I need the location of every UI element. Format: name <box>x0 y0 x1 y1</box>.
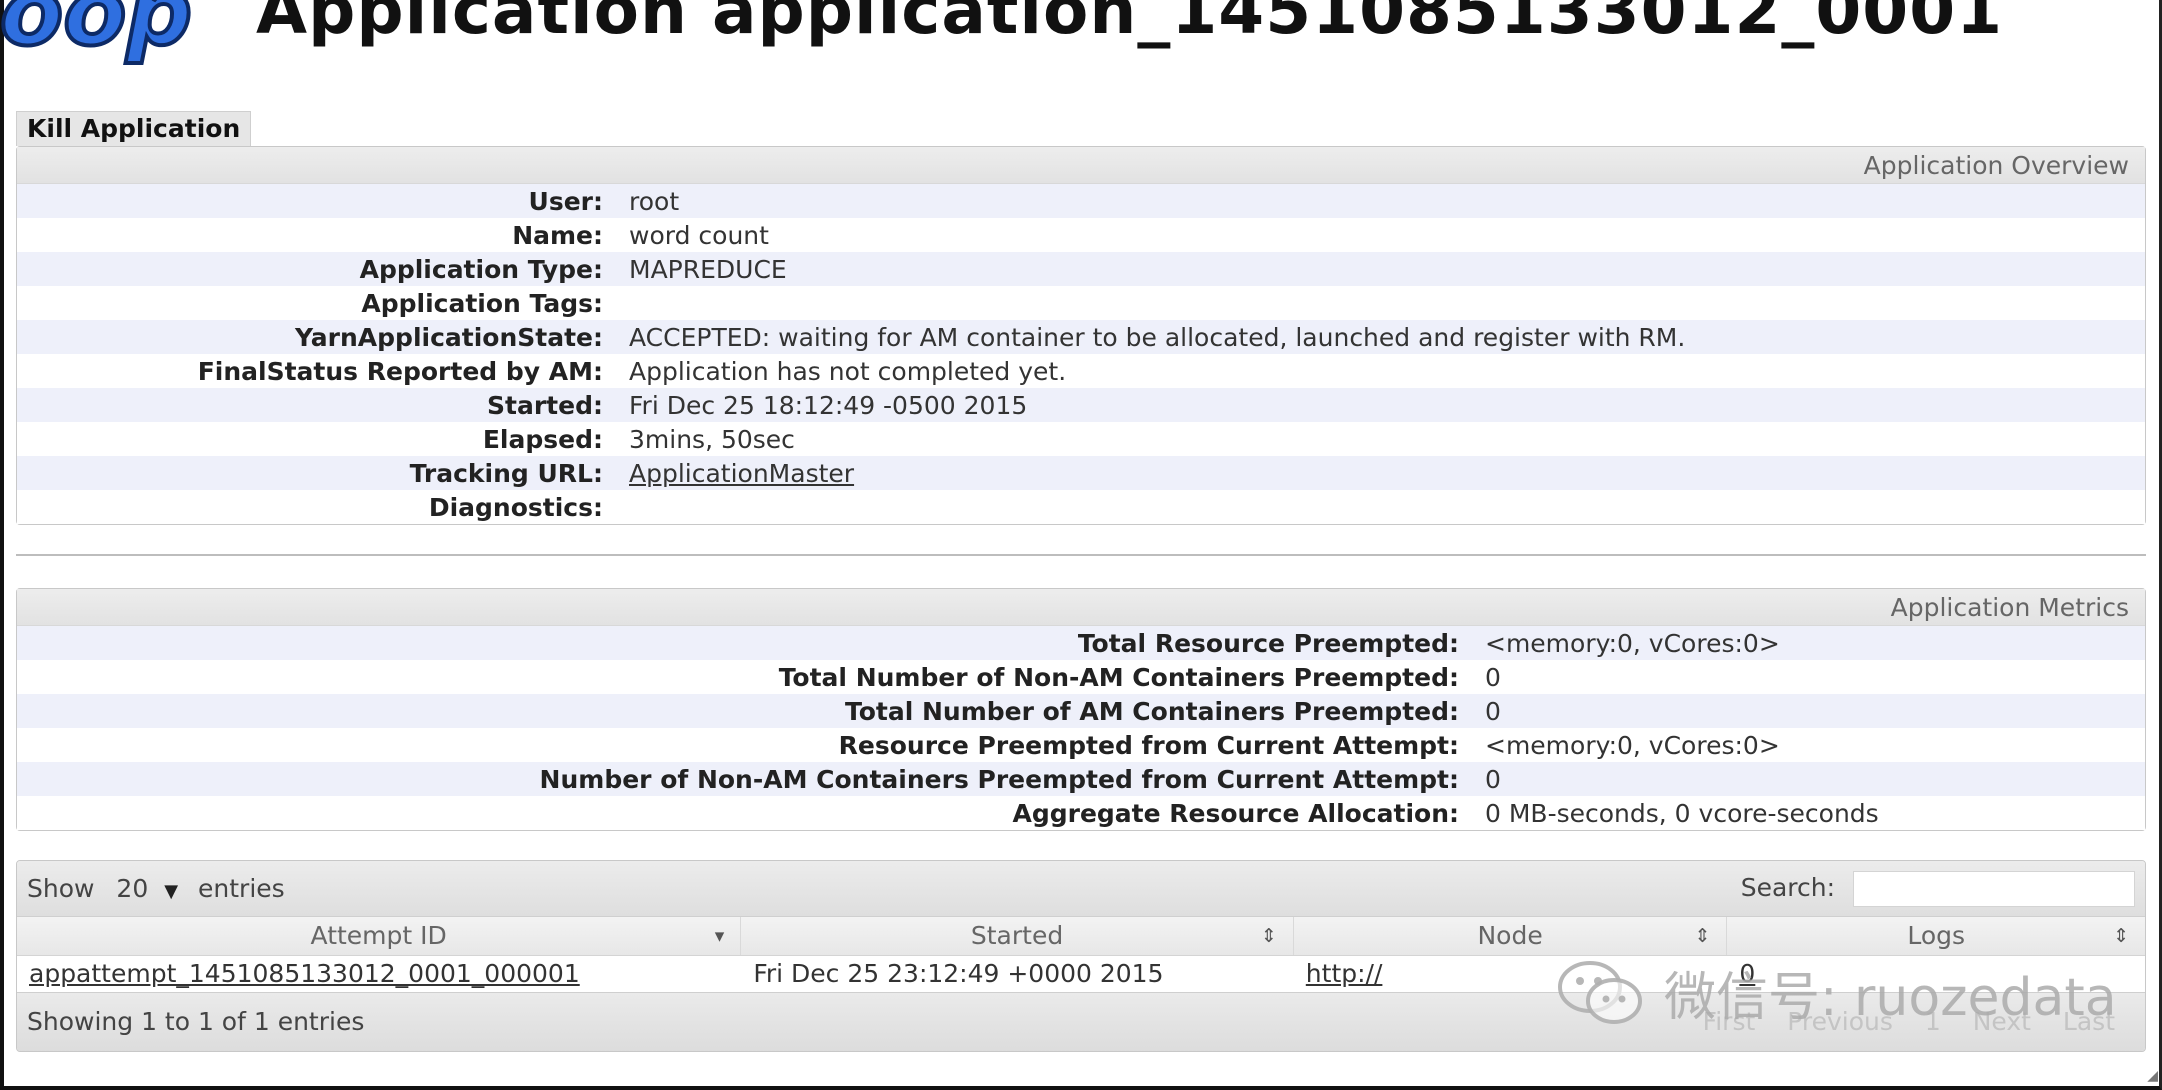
page-length-control: Show 20 ▼ entries <box>27 861 285 919</box>
search-label: Search: <box>1740 873 1836 902</box>
node-link[interactable]: http:// <box>1306 959 1383 988</box>
table-toolbar: Show 20 ▼ entries Search: <box>17 861 2145 917</box>
watermark-text: 微信号: ruozedata <box>1664 967 2117 1028</box>
wechat-watermark: 微信号: ruozedata <box>1556 952 2117 1032</box>
sort-both-icon: ⇕ <box>2113 925 2129 947</box>
dropdown-arrow-icon: ▼ <box>164 881 179 902</box>
node-header-label: Node <box>1477 921 1543 950</box>
overview-row-elapsed: Elapsed: 3mins, 50sec <box>17 422 2145 456</box>
application-type-value: MAPREDUCE <box>629 254 787 284</box>
overview-row-application-type: Application Type: MAPREDUCE <box>17 252 2145 286</box>
sort-both-icon: ⇕ <box>1694 925 1711 947</box>
overview-row-name: Name: word count <box>17 218 2145 252</box>
started-label: Started: <box>487 390 603 420</box>
overview-row-tracking-url: Tracking URL: ApplicationMaster <box>17 456 2145 490</box>
application-tags-label: Application Tags: <box>361 288 603 318</box>
current-attempt-non-am-label: Number of Non-AM Containers Preempted fr… <box>539 764 1459 794</box>
overview-row-started: Started: Fri Dec 25 18:12:49 -0500 2015 <box>17 388 2145 422</box>
final-status-label: FinalStatus Reported by AM: <box>197 356 603 386</box>
hadoop-logo: oop <box>0 0 194 68</box>
overview-rows: User: root Name: word count Application … <box>17 184 2145 524</box>
yarn-state-label: YarnApplicationState: <box>295 322 603 352</box>
application-type-label: Application Type: <box>359 254 603 284</box>
column-header-logs[interactable]: Logs ⇕ <box>1727 917 2145 955</box>
metrics-row-non-am-preempted: Total Number of Non-AM Containers Preemp… <box>17 660 2145 694</box>
aggregate-allocation-value: 0 MB-seconds, 0 vcore-seconds <box>1485 798 1879 828</box>
started-header-label: Started <box>970 921 1064 950</box>
overview-title: Application Overview <box>17 147 2145 184</box>
svg-text:oop: oop <box>0 0 192 66</box>
started-cell: Fri Dec 25 23:12:49 +0000 2015 <box>753 959 1164 988</box>
current-attempt-non-am-value: 0 <box>1485 764 1501 794</box>
am-preempted-value: 0 <box>1485 696 1501 726</box>
total-resource-preempted-label: Total Resource Preempted: <box>1077 628 1459 658</box>
sort-both-icon: ⇕ <box>1260 925 1277 947</box>
metrics-row-am-preempted: Total Number of AM Containers Preempted:… <box>17 694 2145 728</box>
tracking-url-label: Tracking URL: <box>409 458 603 488</box>
metrics-row-aggregate-allocation: Aggregate Resource Allocation: 0 MB-seco… <box>17 796 2145 830</box>
application-overview-panel: Application Overview User: root Name: wo… <box>16 146 2146 525</box>
elapsed-label: Elapsed: <box>482 424 603 454</box>
show-label: Show <box>27 874 95 903</box>
non-am-preempted-label: Total Number of Non-AM Containers Preemp… <box>778 662 1459 692</box>
search-input[interactable] <box>1853 871 2135 907</box>
metrics-row-current-attempt-non-am: Number of Non-AM Containers Preempted fr… <box>17 762 2145 796</box>
tracking-url-link[interactable]: ApplicationMaster <box>629 459 854 488</box>
section-divider <box>16 554 2146 556</box>
current-attempt-preempted-value: <memory:0, vCores:0> <box>1485 730 1780 760</box>
wechat-icon <box>1558 961 1642 1024</box>
page-header: oop Application application_145108513301… <box>0 0 2162 80</box>
aggregate-allocation-label: Aggregate Resource Allocation: <box>1012 798 1459 828</box>
overview-row-application-tags: Application Tags: <box>17 286 2145 320</box>
overview-row-user: User: root <box>17 184 2145 218</box>
elapsed-value: 3mins, 50sec <box>629 424 795 454</box>
resize-handle-icon[interactable]: ◢ <box>2147 1068 2158 1084</box>
column-header-started[interactable]: Started ⇕ <box>741 917 1294 955</box>
total-resource-preempted-value: <memory:0, vCores:0> <box>1485 628 1780 658</box>
name-value: word count <box>629 220 769 250</box>
sort-desc-icon: ▾ <box>714 925 725 947</box>
kill-application-button[interactable]: Kill Application <box>16 111 252 146</box>
column-header-node[interactable]: Node ⇕ <box>1294 917 1728 955</box>
page-title: Application application_1451085133012_00… <box>256 0 2004 49</box>
attempt-id-header-label: Attempt ID <box>310 921 447 950</box>
attempt-id-link[interactable]: appattempt_1451085133012_0001_000001 <box>29 959 580 988</box>
name-label: Name: <box>512 220 603 250</box>
column-header-attempt-id[interactable]: Attempt ID ▾ <box>17 917 742 955</box>
overview-row-yarn-state: YarnApplicationState: ACCEPTED: waiting … <box>17 320 2145 354</box>
yarn-state-value: ACCEPTED: waiting for AM container to be… <box>629 322 1686 352</box>
page-length-value: 20 <box>116 874 149 903</box>
table-search: Search: <box>1741 869 2135 907</box>
metrics-row-current-attempt-preempted: Resource Preempted from Current Attempt:… <box>17 728 2145 762</box>
overview-row-diagnostics: Diagnostics: <box>17 490 2145 524</box>
metrics-row-total-resource-preempted: Total Resource Preempted: <memory:0, vCo… <box>17 626 2145 660</box>
current-attempt-preempted-label: Resource Preempted from Current Attempt: <box>838 730 1459 760</box>
final-status-value: Application has not completed yet. <box>629 356 1067 386</box>
table-header: Attempt ID ▾ Started ⇕ Node ⇕ Logs ⇕ <box>17 917 2145 956</box>
entries-label: entries <box>198 874 285 903</box>
started-value: Fri Dec 25 18:12:49 -0500 2015 <box>629 390 1028 420</box>
logs-header-label: Logs <box>1907 921 1966 950</box>
page-length-select[interactable]: 20 ▼ <box>116 861 178 919</box>
user-value: root <box>629 186 680 216</box>
metrics-title: Application Metrics <box>17 589 2145 626</box>
application-metrics-panel: Application Metrics Total Resource Preem… <box>16 588 2146 831</box>
attempt-id-cell: appattempt_1451085133012_0001_000001 <box>17 956 741 992</box>
user-label: User: <box>528 186 603 216</box>
table-info: Showing 1 to 1 of 1 entries <box>27 1007 365 1036</box>
non-am-preempted-value: 0 <box>1485 662 1501 692</box>
diagnostics-label: Diagnostics: <box>428 492 603 522</box>
tracking-url-value: ApplicationMaster <box>617 459 854 488</box>
metrics-rows: Total Resource Preempted: <memory:0, vCo… <box>17 626 2145 830</box>
overview-row-final-status: FinalStatus Reported by AM: Application … <box>17 354 2145 388</box>
am-preempted-label: Total Number of AM Containers Preempted: <box>844 696 1459 726</box>
